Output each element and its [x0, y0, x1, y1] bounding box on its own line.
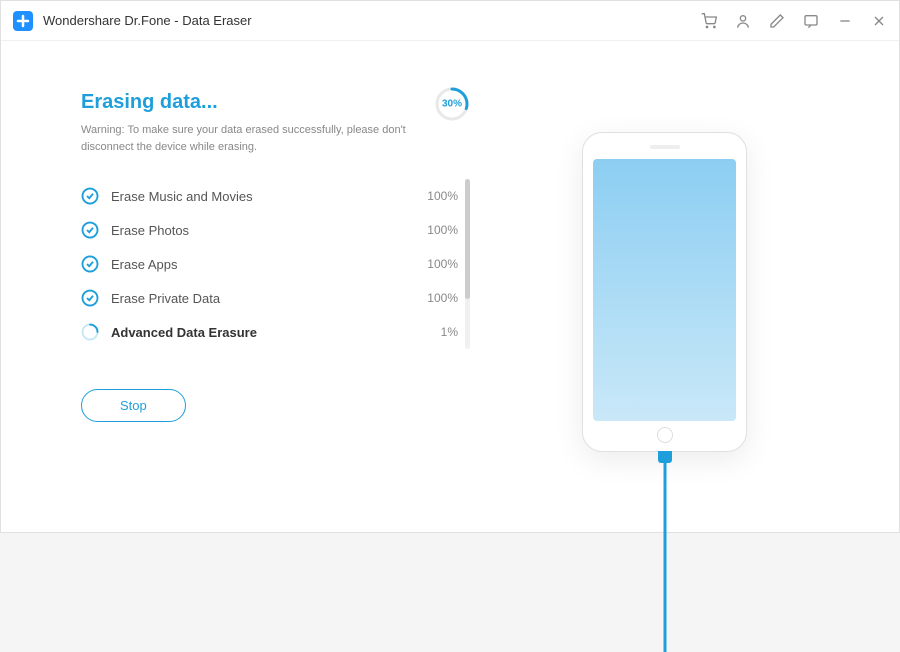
check-circle-icon	[81, 187, 99, 205]
phone-screen	[593, 159, 736, 421]
user-icon[interactable]	[735, 13, 751, 29]
app-window: Wondershare Dr.Fone - Data Eraser	[0, 0, 900, 533]
check-circle-icon	[81, 289, 99, 307]
task-percent: 1%	[441, 325, 458, 339]
task-label: Erase Apps	[111, 257, 427, 272]
task-row: Erase Private Data 100%	[81, 281, 458, 315]
progress-circle: 30%	[434, 86, 470, 122]
phone-illustration	[582, 132, 747, 452]
minimize-icon[interactable]	[837, 13, 853, 29]
task-percent: 100%	[427, 291, 458, 305]
task-list: Erase Music and Movies 100% Erase Photos…	[81, 179, 470, 349]
titlebar-actions	[701, 13, 887, 29]
window-title: Wondershare Dr.Fone - Data Eraser	[43, 13, 701, 28]
cart-icon[interactable]	[701, 13, 717, 29]
warning-text: Warning: To make sure your data erased s…	[81, 122, 421, 155]
task-label: Erase Photos	[111, 223, 427, 238]
stop-button[interactable]: Stop	[81, 389, 186, 422]
check-circle-icon	[81, 255, 99, 273]
phone-speaker	[650, 145, 680, 149]
feedback-icon[interactable]	[803, 13, 819, 29]
phone-home-button	[657, 427, 673, 443]
edit-icon[interactable]	[769, 13, 785, 29]
task-row: Advanced Data Erasure 1%	[81, 315, 458, 349]
task-label: Erase Private Data	[111, 291, 427, 306]
task-row: Erase Music and Movies 100%	[81, 179, 458, 213]
task-row: Erase Apps 100%	[81, 247, 458, 281]
task-percent: 100%	[427, 189, 458, 203]
task-percent: 100%	[427, 257, 458, 271]
task-label: Erase Music and Movies	[111, 189, 427, 204]
check-circle-icon	[81, 221, 99, 239]
close-icon[interactable]	[871, 13, 887, 29]
content-area: Erasing data... 30% Warning: To make sur…	[1, 41, 899, 532]
header-row: Erasing data... 30%	[81, 91, 470, 122]
cable-icon	[663, 452, 666, 652]
task-percent: 100%	[427, 223, 458, 237]
left-panel: Erasing data... 30% Warning: To make sur…	[81, 91, 470, 492]
page-heading: Erasing data...	[81, 91, 218, 114]
titlebar: Wondershare Dr.Fone - Data Eraser	[1, 1, 899, 41]
spinner-icon	[81, 323, 99, 341]
task-row: Erase Photos 100%	[81, 213, 458, 247]
progress-percent: 30%	[442, 99, 462, 110]
task-label: Advanced Data Erasure	[111, 325, 441, 340]
right-panel	[470, 91, 859, 492]
app-logo-icon	[13, 11, 33, 31]
